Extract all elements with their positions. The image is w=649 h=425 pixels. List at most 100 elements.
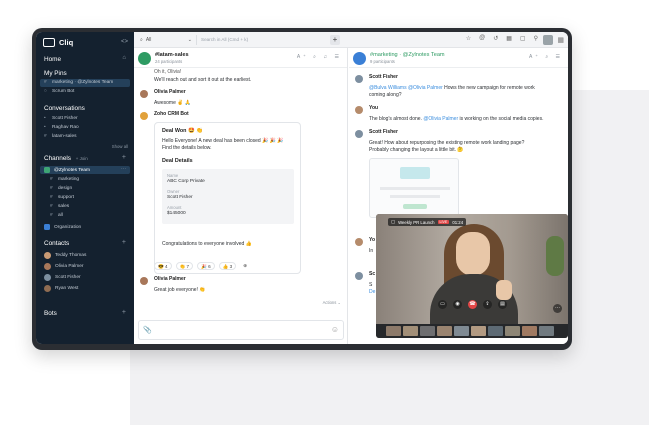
more-options-icon[interactable]: ···: [553, 304, 562, 313]
search-scope-select[interactable]: ⌕ All ⌄: [140, 35, 192, 45]
bot-avatar[interactable]: [140, 112, 148, 120]
conversation-item[interactable]: • Scott Fisher: [44, 116, 78, 121]
chat-header-icons[interactable]: A⁺ ⌕ ☰: [529, 54, 563, 60]
reaction-chip[interactable]: 👏 7: [175, 262, 194, 270]
pin-item-marketing[interactable]: # marketing · @Zylnotes Team: [44, 80, 113, 85]
mention[interactable]: @Olivia Palmer: [423, 116, 458, 122]
contact-item[interactable]: Teddy Thomas: [44, 252, 86, 259]
participant-thumbnail[interactable]: [522, 326, 537, 336]
share-screen-icon[interactable]: ⇪: [483, 300, 492, 309]
collapse-sidebar-icon[interactable]: <>: [121, 39, 128, 45]
channel-avatar: [138, 52, 151, 65]
calendar-icon[interactable]: ▦: [506, 35, 512, 42]
participant-thumbnail[interactable]: [403, 326, 418, 336]
conversation-item[interactable]: • Raghav Rao: [44, 125, 79, 130]
reaction-chip[interactable]: 🎉 6: [197, 262, 215, 270]
files-icon[interactable]: ▢: [520, 35, 526, 42]
participant-thumbnail[interactable]: [454, 326, 469, 336]
chat-title[interactable]: #latam-sales: [155, 52, 189, 58]
video-call-window[interactable]: ▢ Weekly PR Launch LIVE 01:24 ▭ ◉ ☎ ⇪ ▤ …: [376, 214, 568, 338]
channel-item[interactable]: # all: [50, 213, 63, 218]
mic-icon[interactable]: ◉: [453, 300, 462, 309]
section-my-pins[interactable]: My Pins: [44, 70, 67, 77]
team-more-icon[interactable]: ···: [121, 166, 126, 172]
hash-icon: #: [50, 186, 53, 191]
app-brand[interactable]: Cliq: [43, 38, 73, 47]
chat-title[interactable]: #marketing · @Zylnotes Team: [370, 52, 445, 58]
chat-icon[interactable]: ▤: [498, 300, 507, 309]
conversation-item[interactable]: # latam-sales: [44, 134, 77, 139]
participant-thumbnail[interactable]: [505, 326, 520, 336]
pin-icon[interactable]: ⚲: [534, 35, 538, 42]
video-toggle-icon[interactable]: ▭: [438, 300, 447, 309]
hash-icon: #: [50, 213, 53, 218]
sender-name[interactable]: Yo: [369, 237, 375, 244]
channel-item[interactable]: # support: [50, 195, 74, 200]
sender-name[interactable]: You: [369, 105, 378, 112]
star-icon[interactable]: ☆: [466, 35, 471, 42]
channel-item[interactable]: # marketing: [50, 177, 79, 182]
user-avatar[interactable]: [543, 35, 553, 45]
reaction-chip[interactable]: 👍 3: [218, 262, 237, 270]
contact-label: Scott Fisher: [55, 275, 81, 280]
section-conversations[interactable]: Conversations: [44, 105, 85, 112]
sender-name[interactable]: Sc: [369, 271, 375, 278]
pin-item-scrum-bot[interactable]: ○ Scrum Bot: [44, 89, 74, 94]
chat-header-icons[interactable]: A⁺ ⌕ ♫ ☰: [297, 54, 342, 60]
chat-participants[interactable]: 24 participants: [155, 59, 182, 64]
channel-item[interactable]: # design: [50, 186, 72, 191]
avatar[interactable]: [140, 277, 148, 285]
participant-thumbnail[interactable]: [386, 326, 401, 336]
join-channel-link[interactable]: + Join: [76, 156, 88, 161]
sender-name[interactable]: Zoho CRM Bot: [154, 111, 189, 118]
actions-menu[interactable]: Actions ⌄: [323, 299, 341, 306]
at-icon[interactable]: @: [479, 35, 485, 42]
show-all-link[interactable]: Show all: [112, 144, 128, 149]
emoji-icon[interactable]: ☺: [331, 325, 339, 334]
live-badge: LIVE: [437, 220, 450, 224]
apps-grid-icon[interactable]: ▦: [557, 36, 564, 44]
participant-thumbnail[interactable]: [420, 326, 435, 336]
mention[interactable]: @Bulva Williams @Olivia Palmer: [369, 85, 443, 91]
sender-name[interactable]: Scott Fisher: [369, 74, 398, 81]
sender-name[interactable]: Olivia Palmer: [154, 89, 186, 96]
channel-label: sales: [58, 204, 70, 209]
avatar[interactable]: [355, 238, 363, 246]
avatar[interactable]: [355, 130, 363, 138]
section-bots[interactable]: Bots: [44, 310, 57, 317]
landing-page-preview[interactable]: [369, 158, 459, 218]
section-contacts[interactable]: Contacts: [44, 240, 69, 247]
search-input[interactable]: Search in All (Cmd + k): [196, 35, 326, 45]
end-call-icon[interactable]: ☎: [468, 300, 477, 309]
sender-name[interactable]: Olivia Palmer: [154, 276, 186, 283]
chat-participants[interactable]: 9 participants: [370, 59, 395, 64]
organization-item[interactable]: Organization: [44, 224, 81, 230]
avatar[interactable]: [355, 272, 363, 280]
channel-item[interactable]: # sales: [50, 204, 69, 209]
participant-thumbnail[interactable]: [488, 326, 503, 336]
add-bot-icon[interactable]: +: [122, 309, 126, 316]
history-icon[interactable]: ↺: [493, 35, 498, 42]
sender-name[interactable]: Scott Fisher: [369, 129, 398, 136]
avatar[interactable]: [140, 90, 148, 98]
add-channel-icon[interactable]: +: [122, 154, 126, 161]
attach-icon[interactable]: 📎: [143, 326, 152, 334]
add-reaction-icon[interactable]: ⊕: [240, 262, 250, 270]
contact-item[interactable]: Olivia Palmer: [44, 263, 84, 270]
sidebar-home[interactable]: Home: [44, 56, 61, 63]
participant-thumbnail[interactable]: [437, 326, 452, 336]
reaction-chip[interactable]: 😎 4: [154, 262, 172, 270]
team-item[interactable]: @Zylnotes Team: [44, 167, 90, 173]
add-contact-icon[interactable]: +: [122, 239, 126, 246]
participant-thumbnail[interactable]: [539, 326, 554, 336]
contact-item[interactable]: Scott Fisher: [44, 274, 81, 281]
scope-value: All: [145, 37, 152, 43]
participant-thumbnail[interactable]: [471, 326, 486, 336]
avatar[interactable]: [355, 106, 363, 114]
contact-item[interactable]: Ryan West: [44, 285, 78, 292]
add-button[interactable]: +: [330, 35, 340, 45]
message-composer[interactable]: 📎 ☺: [138, 320, 344, 340]
avatar[interactable]: [355, 75, 363, 83]
section-channels[interactable]: Channels + Join: [44, 155, 88, 162]
meeting-title: Weekly PR Launch: [398, 219, 435, 225]
